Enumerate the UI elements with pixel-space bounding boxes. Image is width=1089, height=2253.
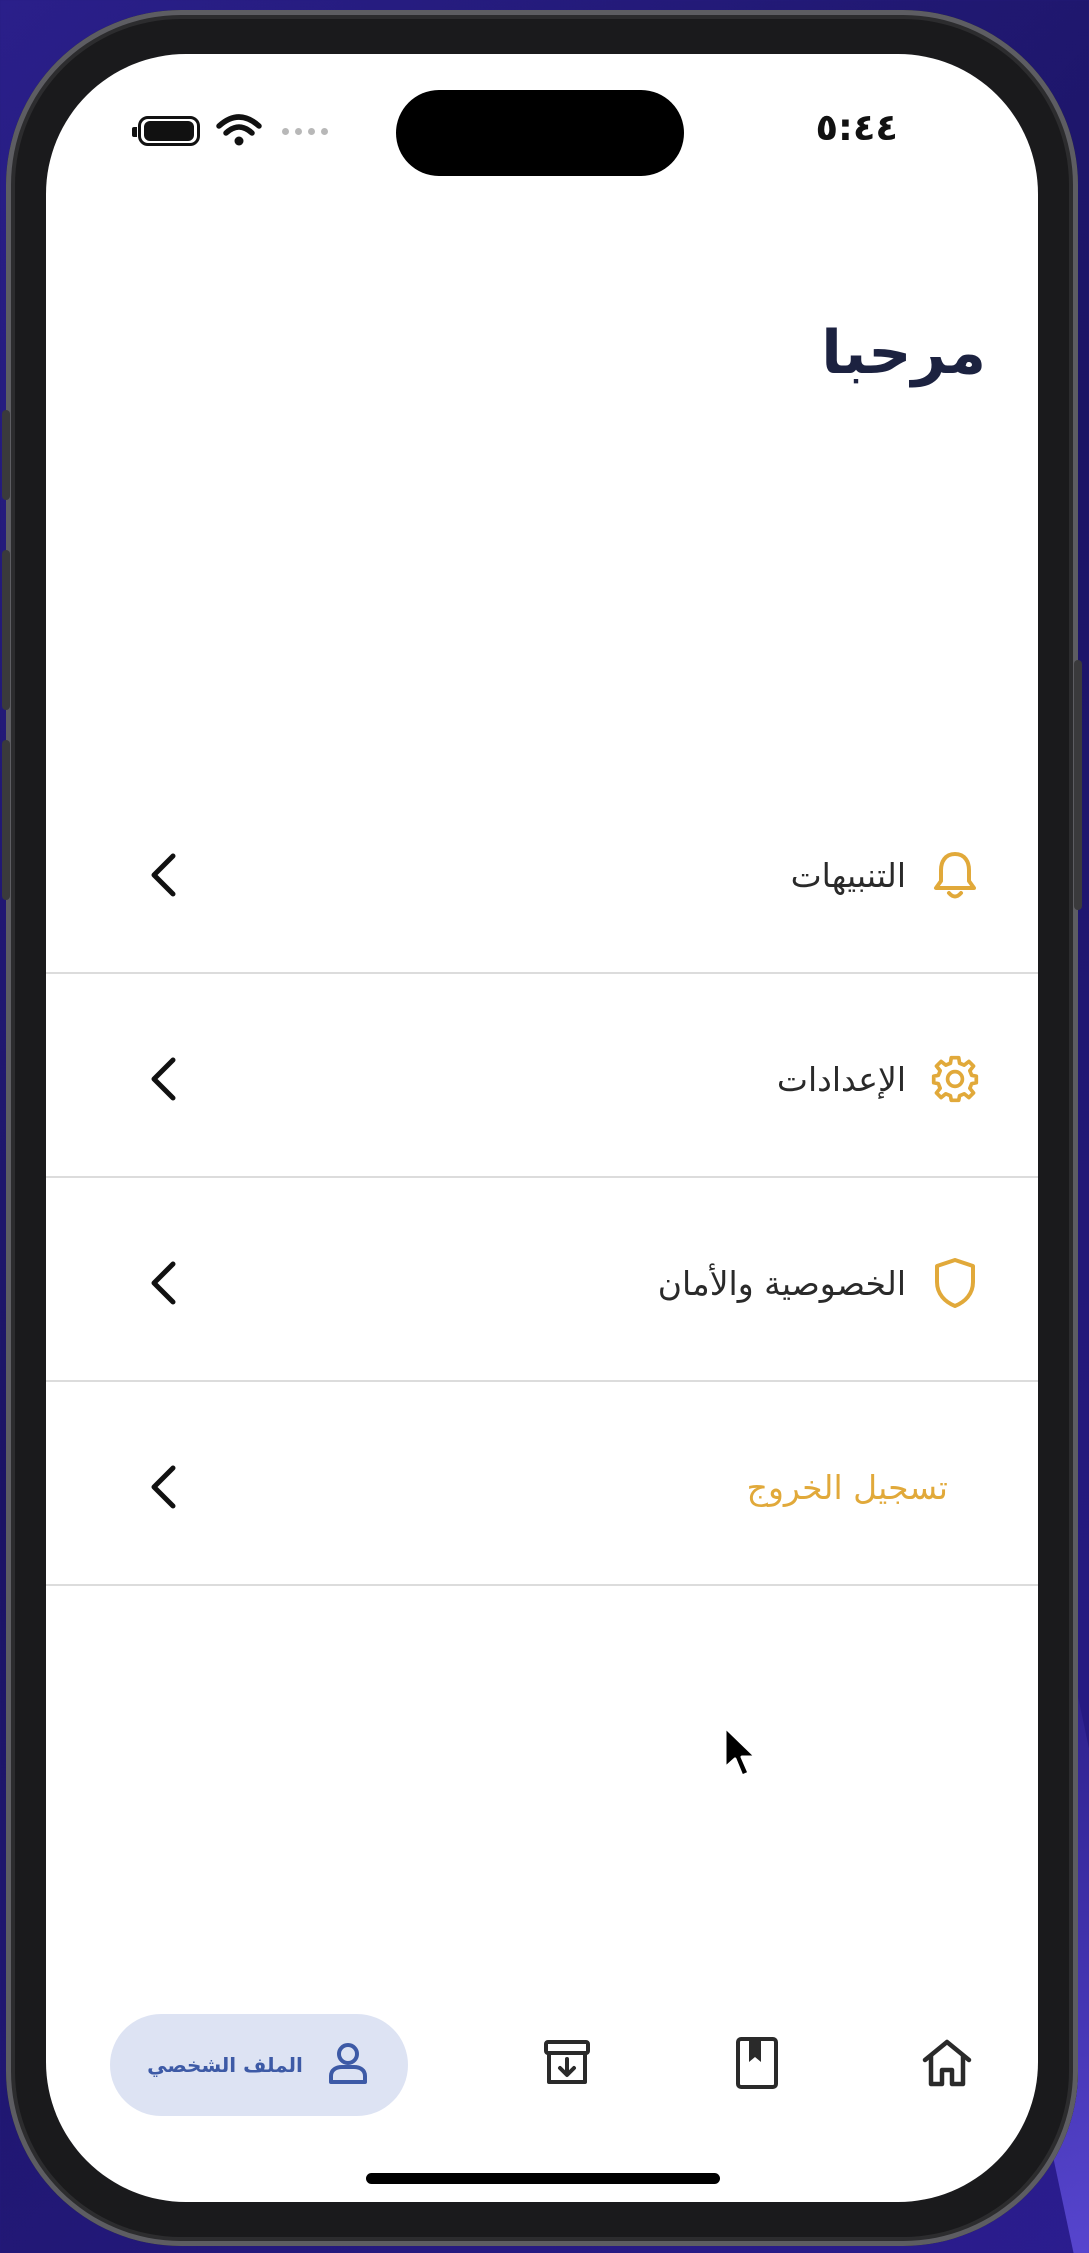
tab-profile-label: الملف الشخصي [147, 2053, 303, 2077]
bookmark-book-icon [734, 2036, 780, 2094]
tab-library[interactable] [712, 2014, 802, 2116]
action-button [2, 410, 10, 500]
screen: ٥:٤٤ مرحبا التنبيهات الإعدادات الخصوصية … [46, 54, 1038, 2202]
status-indicators [132, 114, 328, 148]
page-title: مرحبا [821, 318, 986, 388]
phone-frame: ٥:٤٤ مرحبا التنبيهات الإعدادات الخصوصية … [2, 10, 1082, 2246]
home-icon [921, 2038, 973, 2092]
mouse-cursor-icon [722, 1724, 760, 1784]
menu-item-notifications[interactable]: التنبيهات [46, 770, 1038, 974]
volume-up-button [2, 550, 10, 710]
logout-label: تسجيل الخروج [746, 1467, 948, 1507]
menu-item-settings[interactable]: الإعدادات [46, 974, 1038, 1178]
wifi-icon [216, 114, 262, 146]
menu-item-privacy-security[interactable]: الخصوصية والأمان [46, 1178, 1038, 1382]
home-indicator[interactable] [366, 2173, 720, 2184]
menu-item-label: التنبيهات [790, 855, 906, 895]
dynamic-island [396, 90, 684, 176]
menu-item-label: الخصوصية والأمان [657, 1263, 906, 1303]
bottom-tab-bar: الملف الشخصي [46, 2014, 1038, 2124]
shield-icon [930, 1258, 980, 1308]
user-icon [325, 2040, 371, 2090]
battery-icon [132, 116, 200, 146]
tab-profile[interactable]: الملف الشخصي [110, 2014, 408, 2116]
signal-dots-icon [282, 127, 328, 135]
chevron-left-icon [148, 1054, 188, 1104]
archive-download-icon [542, 2038, 592, 2092]
gear-icon [930, 1054, 980, 1104]
power-button [1074, 660, 1082, 910]
bell-icon [930, 850, 980, 900]
tab-home[interactable] [902, 2014, 992, 2116]
tab-archive[interactable] [522, 2014, 612, 2116]
volume-down-button [2, 740, 10, 900]
menu-item-label: الإعدادات [776, 1059, 906, 1099]
chevron-left-icon [148, 1258, 188, 1308]
menu-item-logout[interactable]: تسجيل الخروج [46, 1382, 1038, 1586]
status-time: ٥:٤٤ [815, 106, 898, 149]
chevron-left-icon [148, 1462, 188, 1512]
chevron-left-icon [148, 850, 188, 900]
settings-menu: التنبيهات الإعدادات الخصوصية والأمان تسج… [46, 770, 1038, 1586]
